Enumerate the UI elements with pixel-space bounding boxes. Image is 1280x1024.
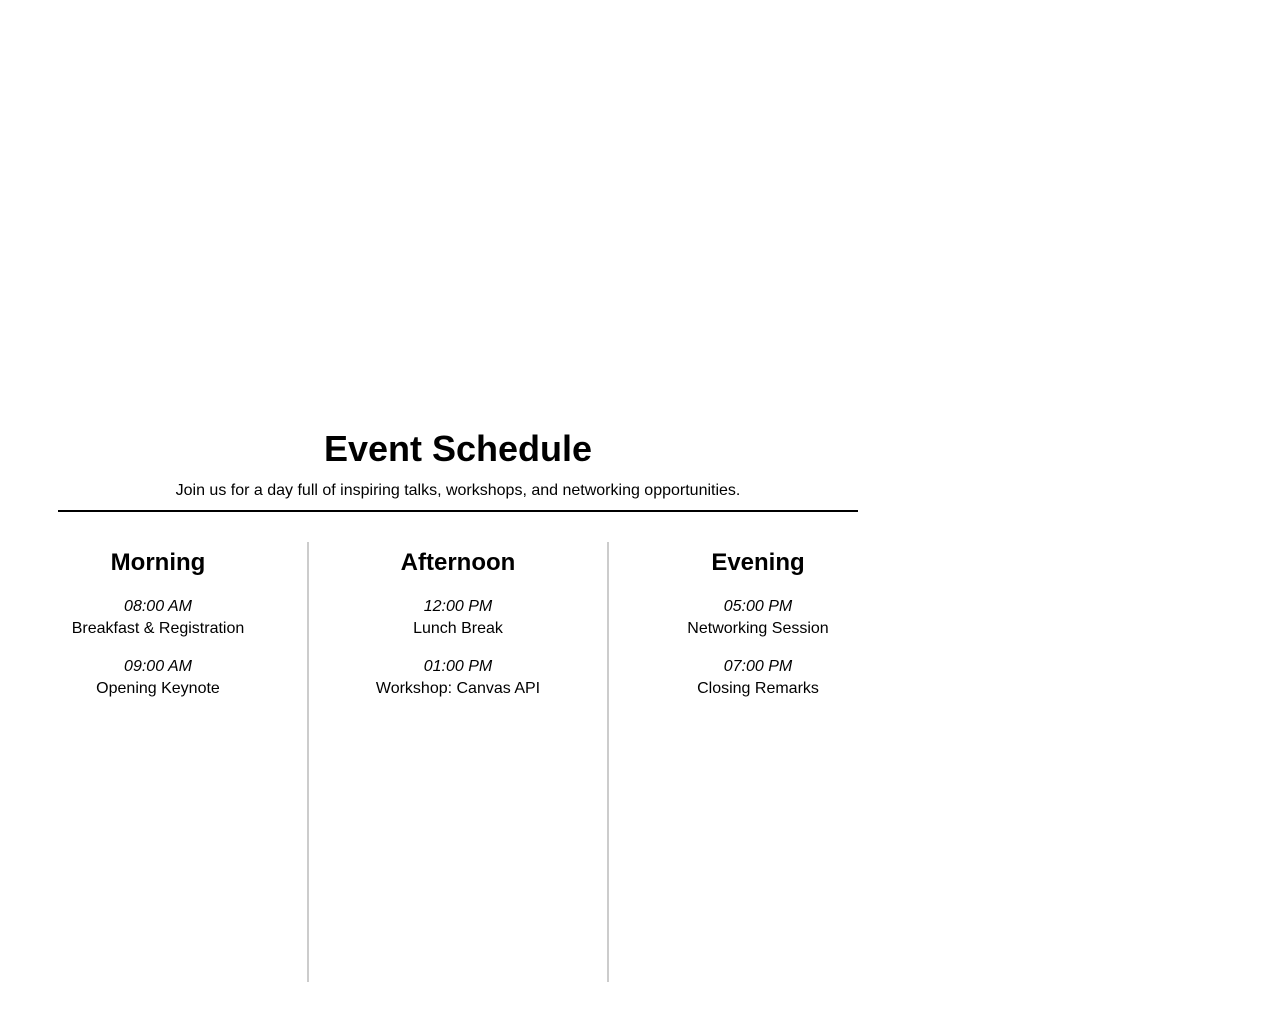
schedule-item: 07:00 PM Closing Remarks xyxy=(658,656,858,700)
item-time: 08:00 AM xyxy=(124,598,192,615)
column-title: Morning xyxy=(110,549,206,576)
schedule-item: 09:00 AM Opening Keynote xyxy=(58,656,258,700)
column-afternoon: Afternoon 12:00 PM Lunch Break 01:00 PM … xyxy=(307,542,607,982)
item-time: 07:00 PM xyxy=(723,658,793,675)
page-subtitle: Join us for a day full of inspiring talk… xyxy=(175,482,741,499)
schedule-columns: Morning 08:00 AM Breakfast & Registratio… xyxy=(58,542,858,982)
item-title: Lunch Break xyxy=(413,620,503,637)
column-title: Afternoon xyxy=(400,549,516,576)
page-title: Event Schedule xyxy=(323,428,593,469)
schedule-list: 05:00 PM Networking Session 07:00 PM Clo… xyxy=(658,596,858,700)
column-title: Evening xyxy=(711,549,805,576)
item-time: 09:00 AM xyxy=(124,658,192,675)
header-divider xyxy=(58,510,858,512)
schedule-item: 08:00 AM Breakfast & Registration xyxy=(58,596,258,640)
column-evening: Evening 05:00 PM Networking Session 07:0… xyxy=(607,542,907,982)
item-time: 05:00 PM xyxy=(723,598,793,615)
item-time: 12:00 PM xyxy=(423,598,493,615)
item-title: Closing Remarks xyxy=(697,680,819,697)
schedule-page: Event Schedule Join us for a day full of… xyxy=(58,0,858,1024)
schedule-item: 12:00 PM Lunch Break xyxy=(358,596,558,640)
schedule-item: 05:00 PM Networking Session xyxy=(658,596,858,640)
item-title: Networking Session xyxy=(687,620,829,637)
item-time: 01:00 PM xyxy=(423,658,493,675)
item-title: Workshop: Canvas API xyxy=(375,680,541,697)
item-title: Breakfast & Registration xyxy=(71,620,245,637)
column-morning: Morning 08:00 AM Breakfast & Registratio… xyxy=(58,542,258,982)
schedule-item: 01:00 PM Workshop: Canvas API xyxy=(358,656,558,700)
item-title: Opening Keynote xyxy=(96,680,220,697)
schedule-header: Event Schedule Join us for a day full of… xyxy=(58,420,858,504)
schedule-list: 12:00 PM Lunch Break 01:00 PM Workshop: … xyxy=(358,596,558,700)
schedule-list: 08:00 AM Breakfast & Registration 09:00 … xyxy=(58,596,258,700)
